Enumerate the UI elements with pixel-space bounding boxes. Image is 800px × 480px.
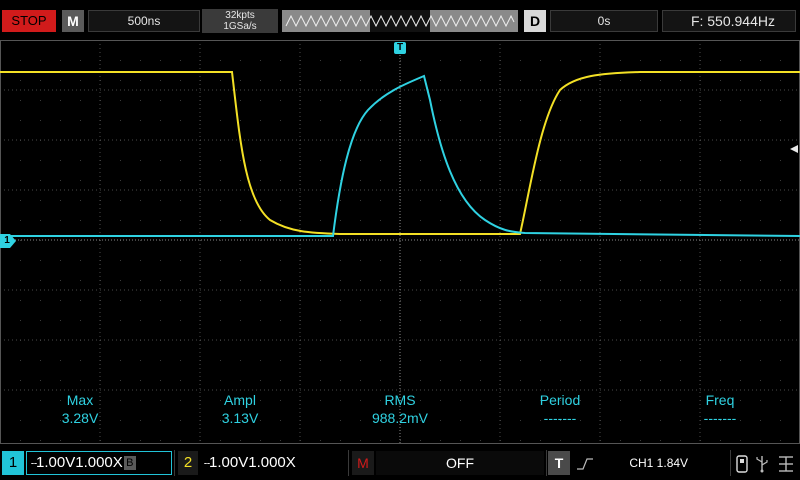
trigger-source-level: CH1 1.84V	[629, 456, 689, 470]
network-icon	[756, 456, 768, 473]
math-button[interactable]: M	[352, 451, 374, 475]
timebase-mode-button[interactable]: M	[62, 10, 84, 32]
memory-depth: 32kpts	[225, 10, 255, 21]
measurement-label: Freq	[705, 392, 735, 408]
trigger-button[interactable]: T	[548, 451, 570, 475]
network-status-icon	[779, 456, 793, 472]
measurement-label: Period	[539, 392, 581, 408]
timebase-value[interactable]: 500ns	[88, 10, 200, 32]
ch2-scale: 1.00V	[209, 454, 249, 471]
measurement-rms: RMS 988.2mV	[340, 391, 460, 427]
measurement-period: Period -------	[500, 391, 620, 427]
ch1-button[interactable]: 1	[2, 451, 24, 475]
measurement-label: Max	[66, 392, 94, 408]
top-status-bar: STOP M 500ns 32kpts 1GSa/s D 0s F: 550.9…	[0, 0, 800, 40]
memory-overview-bar[interactable]	[282, 10, 518, 32]
ch1-ground-label: 1	[4, 235, 10, 246]
measurement-freq: Freq -------	[660, 391, 780, 427]
measurement-value: -------	[703, 410, 737, 426]
measurement-label: RMS	[384, 392, 416, 408]
ch1-scale: 1.00V	[36, 454, 76, 471]
measurement-value: -------	[543, 410, 577, 426]
acquisition-info: 32kpts 1GSa/s	[202, 9, 278, 33]
measurement-label: Ampl	[224, 392, 256, 408]
horizontal-delay-value[interactable]: 0s	[550, 10, 658, 32]
ch1-probe: 1.000X	[75, 454, 123, 471]
measurement-max: Max 3.28V	[20, 391, 140, 427]
frequency-counter: F: 550.944Hz	[662, 10, 796, 32]
trigger-position-marker[interactable]: T	[394, 42, 406, 54]
measurement-value: 988.2mV	[371, 410, 429, 426]
run-stop-button[interactable]: STOP	[2, 10, 56, 32]
ch1-settings[interactable]: ╌1.00V1.000X B	[26, 451, 172, 475]
sample-rate: 1GSa/s	[223, 21, 257, 32]
bottom-channel-bar: 1 ╌1.00V1.000X B 2 ╌1.00V1.000X M OFF T C…	[0, 446, 800, 480]
waveform-display[interactable]: T 1	[0, 40, 800, 444]
bandwidth-limit-badge: B	[123, 456, 136, 471]
measurement-value: 3.13V	[221, 410, 259, 426]
ch2-button[interactable]: 2	[178, 451, 198, 475]
ch2-settings[interactable]: ╌1.00V1.000X	[200, 451, 350, 475]
rising-edge-icon	[577, 458, 593, 470]
usb-icon	[736, 455, 748, 473]
trigger-settings[interactable]: CH1 1.84V	[572, 451, 728, 475]
delay-button[interactable]: D	[524, 10, 546, 32]
ch2-probe: 1.000X	[248, 454, 296, 471]
math-state[interactable]: OFF	[376, 451, 544, 475]
measurement-ampl: Ampl 3.13V	[180, 391, 300, 427]
measurement-value: 3.28V	[61, 410, 99, 426]
